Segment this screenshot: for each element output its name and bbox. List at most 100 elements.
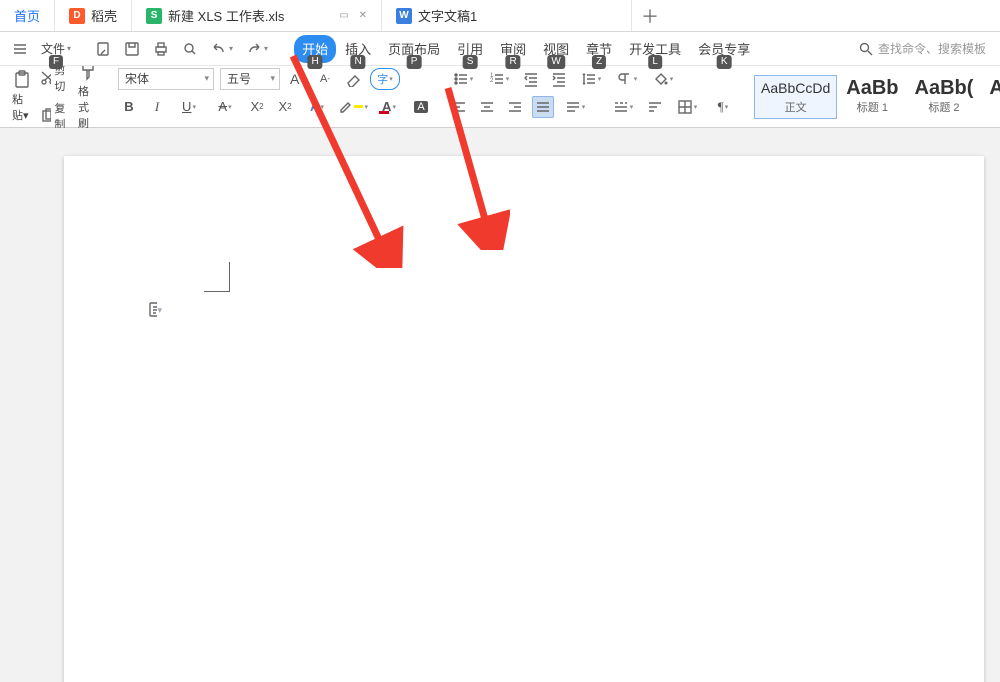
menu-key-hint: H <box>307 55 322 69</box>
bold-button[interactable]: B <box>118 96 140 118</box>
textdir-icon <box>617 71 633 87</box>
superscript-button[interactable]: X2 <box>246 96 268 118</box>
print-icon <box>153 41 169 57</box>
paint-icon <box>653 71 669 87</box>
qat-save-button[interactable] <box>118 35 146 63</box>
undo-icon <box>211 41 227 57</box>
menu-tab-pagelayout[interactable]: 页面布局 P <box>380 35 448 63</box>
shrink-font-button[interactable]: A- <box>314 68 336 90</box>
preview-icon <box>182 41 198 57</box>
new-doc-icon <box>95 41 111 57</box>
style-heading1[interactable]: AaBb 标题 1 <box>839 75 905 119</box>
tab-xls-label: 新建 XLS 工作表.xls <box>168 6 284 25</box>
align-dist-icon <box>565 99 581 115</box>
qat-redo-button[interactable]: ▾ <box>240 35 274 63</box>
align-left-button[interactable] <box>448 96 470 118</box>
text-effects-button[interactable]: A▾ <box>302 96 332 118</box>
page-outline-icon[interactable]: ▾ <box>148 302 162 318</box>
style-heading3[interactable]: AaBbC 标题 3 <box>982 75 1000 119</box>
chevron-down-icon: ▾ <box>67 44 71 53</box>
highlight-button[interactable]: ▾ <box>338 96 368 118</box>
font-name-select[interactable]: 宋体 <box>118 68 214 90</box>
decrease-indent-button[interactable] <box>520 68 542 90</box>
document-area: ▾ <box>0 128 1000 682</box>
page[interactable]: ▾ <box>64 156 984 682</box>
redo-icon <box>246 41 262 57</box>
qat-new-button[interactable] <box>89 35 117 63</box>
file-menu-button[interactable]: 文件▾ F <box>35 35 77 63</box>
menu-tab-sections[interactable]: 章节 Z <box>578 35 620 63</box>
qat-print-button[interactable] <box>147 35 175 63</box>
menu-key-hint: K <box>717 55 732 69</box>
style-heading2[interactable]: AaBb( 标题 2 <box>908 75 981 119</box>
linespacing-button[interactable]: ▾ <box>576 68 606 90</box>
underline-button[interactable]: U▾ <box>174 96 204 118</box>
menu-tab-developer[interactable]: 开发工具 L <box>621 35 689 63</box>
tab-xls-controls: ▭ ✕ <box>339 10 367 21</box>
menu-tab-vip[interactable]: 会员专享 K <box>690 35 758 63</box>
align-right-icon <box>507 99 523 115</box>
align-right-button[interactable] <box>504 96 526 118</box>
grow-font-button[interactable]: A+ <box>286 68 308 90</box>
subscript-button[interactable]: X2 <box>274 96 296 118</box>
clear-format-button[interactable] <box>342 68 364 90</box>
style-preview: AaBb <box>846 79 898 97</box>
sort-button[interactable] <box>644 96 666 118</box>
shading-button[interactable]: ▾ <box>648 68 678 90</box>
strikethrough-button[interactable]: A▾ <box>210 96 240 118</box>
paste-button[interactable]: 粘贴▾ <box>8 68 36 125</box>
document-tabbar: 首页 D 稻壳 S 新建 XLS 工作表.xls ▭ ✕ W 文字文稿1 ＋ <box>0 0 1000 32</box>
paste-label: 粘贴▾ <box>12 91 32 123</box>
paragraph-group: ▾ 12▾ ▾ ▾ ▾ ▾ ▾ ▾ ¶▾ <box>444 68 742 126</box>
align-center-button[interactable] <box>476 96 498 118</box>
highlight-icon <box>338 99 354 115</box>
tabs-button[interactable]: ▾ <box>608 96 638 118</box>
menu-tab-review[interactable]: 审阅 R <box>492 35 534 63</box>
format-painter-button[interactable]: 格式刷 <box>74 60 102 133</box>
tab-doc-active[interactable]: W 文字文稿1 <box>382 0 632 31</box>
phonetic-guide-button[interactable]: 字▾ <box>370 68 400 90</box>
menu-tab-start[interactable]: 开始 H <box>294 35 336 63</box>
hamburger-icon <box>12 41 28 57</box>
numbering-icon: 12 <box>489 71 505 87</box>
qat-preview-button[interactable] <box>176 35 204 63</box>
showmarks-button[interactable]: ¶▾ <box>708 96 738 118</box>
style-normal[interactable]: AaBbCcDd 正文 <box>754 75 837 119</box>
tab-minimize-icon[interactable]: ▭ <box>339 10 348 21</box>
menu-tab-references[interactable]: 引用 S <box>449 35 491 63</box>
tab-shell-label: 稻壳 <box>91 6 117 25</box>
increase-indent-button[interactable] <box>548 68 570 90</box>
char-shading-button[interactable]: A <box>410 96 432 118</box>
doc-icon: W <box>396 8 412 24</box>
plus-icon: ＋ <box>641 3 659 29</box>
numbering-button[interactable]: 12▾ <box>484 68 514 90</box>
menu-tab-insert[interactable]: 插入 N <box>337 35 379 63</box>
outdent-icon <box>523 71 539 87</box>
menu-tab-view[interactable]: 视图 W <box>535 35 577 63</box>
doc-page-icon <box>148 302 157 318</box>
copy-icon <box>40 108 51 124</box>
tab-close-icon[interactable]: ✕ <box>359 10 367 21</box>
font-color-button[interactable]: A▾ <box>374 96 404 118</box>
add-tab-button[interactable]: ＋ <box>632 0 668 31</box>
tab-shell[interactable]: D 稻壳 <box>55 0 132 31</box>
scissors-icon <box>40 70 51 86</box>
linespacing-icon <box>581 71 597 87</box>
bullets-button[interactable]: ▾ <box>448 68 478 90</box>
align-distribute-button[interactable]: ▾ <box>560 96 590 118</box>
font-size-select[interactable]: 五号 <box>220 68 280 90</box>
borders-icon <box>677 99 693 115</box>
tab-xls[interactable]: S 新建 XLS 工作表.xls ▭ ✕ <box>132 0 382 31</box>
textdirection-button[interactable]: ▾ <box>612 68 642 90</box>
tab-home[interactable]: 首页 <box>0 0 55 31</box>
italic-button[interactable]: I <box>146 96 168 118</box>
align-justify-button[interactable] <box>532 96 554 118</box>
qat-undo-button[interactable]: ▾ <box>205 35 239 63</box>
align-left-icon <box>451 99 467 115</box>
app-menu-button[interactable] <box>6 35 34 63</box>
search-placeholder: 查找命令、搜索模板 <box>878 40 986 57</box>
command-search[interactable]: 查找命令、搜索模板 <box>850 40 994 57</box>
borders-button[interactable]: ▾ <box>672 96 702 118</box>
tab-doc-label: 文字文稿1 <box>418 6 477 25</box>
menu-key-hint: Z <box>592 55 606 69</box>
